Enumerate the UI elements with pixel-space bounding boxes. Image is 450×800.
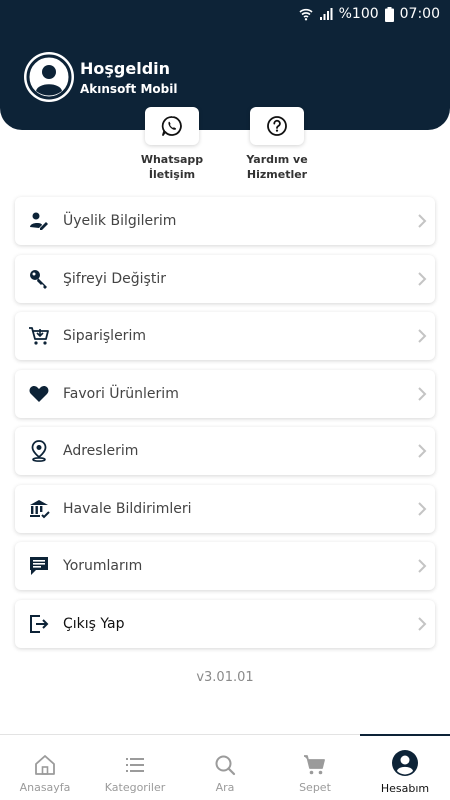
nav-label: Anasayfa <box>19 781 71 794</box>
user-edit-icon <box>30 212 48 230</box>
avatar[interactable] <box>24 52 74 102</box>
whatsapp-icon <box>161 116 182 136</box>
chevron-right-icon <box>418 444 427 458</box>
menu-label: Üyelik Bilgilerim <box>63 213 177 229</box>
chevron-right-icon <box>418 616 427 631</box>
menu-item-membership[interactable]: Üyelik Bilgilerim <box>15 197 435 245</box>
nav-label: Kategoriler <box>104 781 166 794</box>
menu-item-transfer-notices[interactable]: Havale Bildirimleri <box>15 484 435 533</box>
comment-icon <box>30 557 48 575</box>
home-icon <box>35 755 55 775</box>
nav-label: Sepet <box>299 781 331 794</box>
help-button-box[interactable] <box>250 107 304 145</box>
menu-label: Favori Ürünlerim <box>63 385 179 402</box>
signal-icon <box>319 7 333 21</box>
menu-item-reviews[interactable]: Yorumlarım <box>15 542 435 590</box>
help-icon <box>267 116 287 136</box>
menu-item-orders[interactable]: Siparişlerim <box>15 312 435 360</box>
bottom-nav: Anasayfa Kategoriler Ara Sepet Hesabım <box>0 734 450 800</box>
chevron-right-icon <box>418 559 427 573</box>
menu-label: Havale Bildirimleri <box>63 500 192 517</box>
list-icon <box>126 758 144 772</box>
clock: 07:00 <box>399 6 440 22</box>
location-pin-icon <box>31 440 47 462</box>
help-label: Yardım ve Hizmetler <box>246 153 308 181</box>
chevron-right-icon <box>418 214 427 228</box>
heart-icon <box>29 385 49 402</box>
nav-account[interactable]: Hesabım <box>360 734 450 800</box>
account-screen: %100 07:00 Hoşgeldin Akınsoft Mobil What… <box>0 0 450 800</box>
whatsapp-label: Whatsapp İletişim <box>140 153 204 181</box>
chevron-right-icon <box>418 386 427 401</box>
menu-label: Adreslerim <box>63 443 139 459</box>
bank-icon <box>30 499 50 518</box>
avatar-icon <box>26 54 72 100</box>
menu-item-addresses[interactable]: Adreslerim <box>15 427 435 475</box>
chevron-right-icon <box>418 271 427 286</box>
user-name: Akınsoft Mobil <box>80 82 178 96</box>
key-icon <box>30 269 47 289</box>
chevron-right-icon <box>418 329 427 343</box>
nav-home[interactable]: Anasayfa <box>0 735 90 800</box>
nav-label: Hesabım <box>380 782 430 795</box>
help-services-button[interactable]: Yardım ve Hizmetler <box>227 107 327 182</box>
logout-icon <box>30 614 49 633</box>
account-icon <box>392 750 418 776</box>
menu-label: Siparişlerim <box>63 328 146 344</box>
status-bar: %100 07:00 <box>299 4 440 24</box>
menu-label: Şifreyi Değiştir <box>63 270 166 287</box>
battery-icon <box>384 6 394 22</box>
app-version: v3.01.01 <box>196 670 254 685</box>
nav-label: Ara <box>215 781 235 794</box>
menu-item-logout[interactable]: Çıkış Yap <box>15 599 435 648</box>
cart-icon <box>29 327 49 345</box>
menu-label: Çıkış Yap <box>63 615 125 632</box>
menu-item-change-password[interactable]: Şifreyi Değiştir <box>15 254 435 303</box>
battery-percent: %100 <box>338 6 379 22</box>
menu-item-favorites[interactable]: Favori Ürünlerim <box>15 369 435 418</box>
greeting-title: Hoşgeldin <box>80 59 171 78</box>
chevron-right-icon <box>418 501 427 516</box>
cart-icon <box>304 755 325 775</box>
nav-categories[interactable]: Kategoriler <box>90 735 180 800</box>
nav-search[interactable]: Ara <box>180 735 270 800</box>
menu-label: Yorumlarım <box>63 558 143 574</box>
wifi-icon <box>299 7 313 21</box>
whatsapp-button-box[interactable] <box>145 107 199 145</box>
account-menu: Üyelik Bilgilerim Şifreyi Değiştir Sipar… <box>15 197 435 657</box>
search-icon <box>215 755 236 776</box>
whatsapp-contact-button[interactable]: Whatsapp İletişim <box>122 107 222 182</box>
account-header: %100 07:00 Hoşgeldin Akınsoft Mobil <box>0 0 450 130</box>
nav-cart[interactable]: Sepet <box>270 735 360 800</box>
